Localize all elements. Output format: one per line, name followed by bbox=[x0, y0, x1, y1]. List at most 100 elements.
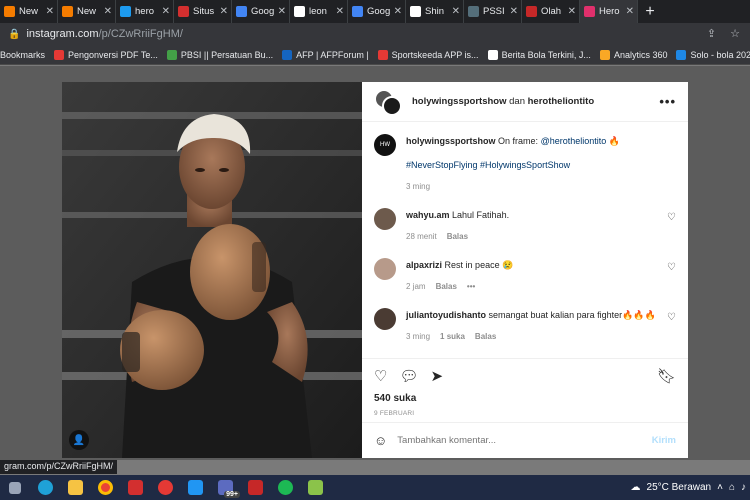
task-view-icon[interactable] bbox=[0, 475, 30, 500]
network-icon[interactable]: ⌂ bbox=[729, 482, 735, 493]
address-bar[interactable]: 🔒 instagram.com/p/CZwRriiFgHM/ ⇪ ☆ bbox=[0, 23, 750, 45]
bookmark-item[interactable]: Solo - bola 2020 - B... bbox=[676, 49, 750, 60]
reply-button[interactable]: Balas bbox=[475, 330, 496, 344]
browser-tab[interactable]: Goog ✕ bbox=[348, 0, 406, 23]
browser-tab[interactable]: Goog ✕ bbox=[232, 0, 290, 23]
weather-icon[interactable]: ☁ bbox=[631, 482, 641, 493]
bookmark-favicon-icon bbox=[54, 49, 65, 60]
acrobat-icon[interactable] bbox=[240, 475, 270, 500]
edge-icon[interactable] bbox=[30, 475, 60, 500]
like-comment-icon[interactable]: ♡ bbox=[667, 262, 676, 273]
like-icon[interactable]: ♡ bbox=[374, 367, 387, 385]
mail-icon[interactable]: 99+ bbox=[210, 475, 240, 500]
favicon-icon bbox=[178, 6, 189, 17]
share-icon[interactable]: ⇪ bbox=[707, 27, 716, 40]
comment-input[interactable] bbox=[397, 435, 652, 446]
like-comment-icon[interactable]: ♡ bbox=[667, 312, 676, 323]
save-icon[interactable]: 🔖︎ bbox=[657, 367, 676, 385]
avatar[interactable]: HW bbox=[374, 134, 396, 156]
collab-avatars[interactable] bbox=[374, 88, 404, 116]
close-tab-icon[interactable]: ✕ bbox=[510, 6, 518, 17]
bookmark-favicon-icon bbox=[166, 49, 177, 60]
favicon-icon bbox=[62, 6, 73, 17]
comment-user[interactable]: alpaxrizi bbox=[406, 260, 442, 270]
comment-text: Rest in peace 😢 bbox=[444, 260, 514, 270]
taskbar: 99+ ☁ 25°C Berawan ˄ ⌂ ♪ bbox=[0, 475, 750, 500]
comment-icon[interactable]: 💬︎ bbox=[399, 367, 418, 385]
close-tab-icon[interactable]: ✕ bbox=[626, 6, 634, 17]
browser-tab[interactable]: leon ✕ bbox=[290, 0, 348, 23]
bookmark-item[interactable]: Berita Bola Terkini, J... bbox=[487, 49, 591, 60]
bookmark-item[interactable]: Analytics 360 bbox=[599, 49, 667, 60]
mention-link[interactable]: @herotheliontito bbox=[541, 136, 607, 146]
comment-user[interactable]: juliantoyudishanto bbox=[406, 310, 486, 320]
bookmark-favicon-icon bbox=[599, 49, 610, 60]
post-authors[interactable]: holywingssportshow dan herotheliontito bbox=[412, 96, 594, 107]
close-tab-icon[interactable]: ✕ bbox=[394, 6, 402, 17]
share-icon[interactable]: ➤ bbox=[431, 367, 444, 385]
author-link[interactable]: herotheliontito bbox=[528, 96, 595, 107]
emoji-icon[interactable]: ☺ bbox=[374, 433, 387, 448]
system-tray: ☁ 25°C Berawan ˄ ⌂ ♪ bbox=[631, 475, 750, 500]
avatar[interactable] bbox=[374, 258, 396, 280]
close-tab-icon[interactable]: ✕ bbox=[336, 6, 344, 17]
avatar[interactable] bbox=[382, 95, 402, 116]
bookmark-item[interactable]: Pengonversi PDF Te... bbox=[54, 49, 158, 60]
close-tab-icon[interactable]: ✕ bbox=[568, 6, 576, 17]
app-icon[interactable] bbox=[300, 475, 330, 500]
like-count[interactable]: 540 suka bbox=[374, 393, 676, 404]
bookmark-item[interactable]: AFP | AFPForum | bbox=[282, 49, 369, 60]
close-tab-icon[interactable]: ✕ bbox=[162, 6, 170, 17]
post-comment-button[interactable]: Kirim bbox=[652, 435, 676, 446]
app-icon[interactable] bbox=[120, 475, 150, 500]
author-link[interactable]: holywingssportshow bbox=[412, 96, 506, 107]
chevron-up-icon[interactable]: ˄ bbox=[717, 482, 723, 493]
comments-list[interactable]: HW holywingssportshow On frame: @herothe… bbox=[362, 122, 688, 362]
spotify-icon[interactable] bbox=[270, 475, 300, 500]
hashtag-links[interactable]: #NeverStopFlying #HolywingsSportShow bbox=[406, 160, 570, 170]
more-options-icon[interactable]: ••• bbox=[659, 94, 676, 109]
tab-title: Goog bbox=[367, 6, 391, 17]
chrome-icon[interactable] bbox=[90, 475, 120, 500]
favicon-icon bbox=[236, 6, 247, 17]
comment-user[interactable]: wahyu.am bbox=[406, 210, 450, 220]
tagged-user-icon[interactable]: 👤 bbox=[69, 430, 89, 450]
lock-icon[interactable]: 🔒 bbox=[8, 29, 20, 40]
url-text[interactable]: instagram.com/p/CZwRriiFgHM/ bbox=[26, 28, 182, 40]
comment-options-icon[interactable]: ••• bbox=[467, 280, 475, 294]
browser-tab[interactable]: New ✕ bbox=[58, 0, 116, 23]
avatar[interactable] bbox=[374, 308, 396, 330]
reply-button[interactable]: Balas bbox=[447, 230, 468, 244]
avatar[interactable] bbox=[374, 208, 396, 230]
bookmark-item[interactable]: PBSI || Persatuan Bu... bbox=[166, 49, 274, 60]
close-tab-icon[interactable]: ✕ bbox=[452, 6, 460, 17]
comment-likes[interactable]: 1 suka bbox=[440, 330, 465, 344]
bookmark-star-icon[interactable]: ☆ bbox=[730, 27, 740, 40]
close-tab-icon[interactable]: ✕ bbox=[104, 6, 112, 17]
opera-icon[interactable] bbox=[150, 475, 180, 500]
bookmark-label: Berita Bola Terkini, J... bbox=[501, 49, 591, 60]
close-tab-icon[interactable]: ✕ bbox=[46, 6, 54, 17]
volume-icon[interactable]: ♪ bbox=[741, 482, 746, 493]
bookmark-label: PBSI || Persatuan Bu... bbox=[180, 49, 274, 60]
browser-tab[interactable]: Shin ✕ bbox=[406, 0, 464, 23]
like-comment-icon[interactable]: ♡ bbox=[667, 212, 676, 223]
close-tab-icon[interactable]: ✕ bbox=[220, 6, 228, 17]
bookmark-item[interactable]: Bookmarks bbox=[0, 50, 45, 60]
caption-user[interactable]: holywingssportshow bbox=[406, 136, 496, 146]
post-photo[interactable]: 👤 bbox=[62, 82, 362, 458]
browser-tab[interactable]: Situs ✕ bbox=[174, 0, 232, 23]
weather-text[interactable]: 25°C Berawan bbox=[647, 482, 712, 493]
post-panel: holywingssportshow dan herotheliontito •… bbox=[362, 82, 688, 458]
browser-tab[interactable]: PSSI ✕ bbox=[464, 0, 522, 23]
browser-tab[interactable]: New ✕ bbox=[0, 0, 58, 23]
file-explorer-icon[interactable] bbox=[60, 475, 90, 500]
app-icon[interactable] bbox=[180, 475, 210, 500]
reply-button[interactable]: Balas bbox=[436, 280, 457, 294]
close-tab-icon[interactable]: ✕ bbox=[278, 6, 286, 17]
browser-tab[interactable]: Hero ✕ bbox=[580, 0, 638, 23]
browser-tab[interactable]: Olah ✕ bbox=[522, 0, 580, 23]
new-tab-button[interactable]: + bbox=[638, 3, 662, 21]
browser-tab[interactable]: hero ✕ bbox=[116, 0, 174, 23]
bookmark-item[interactable]: Sportskeeda APP is... bbox=[377, 49, 479, 60]
